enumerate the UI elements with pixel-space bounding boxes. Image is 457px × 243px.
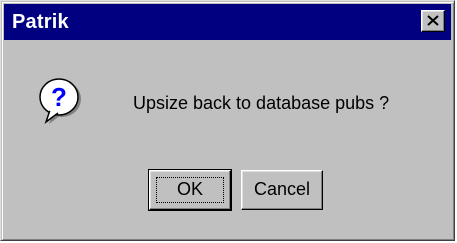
close-button[interactable] — [421, 10, 445, 32]
question-icon: ? — [39, 78, 81, 125]
ok-button-label: OK — [176, 179, 203, 199]
ok-button[interactable]: OK — [148, 169, 232, 211]
title-bar[interactable]: Patrik — [4, 4, 451, 40]
close-icon — [427, 15, 439, 26]
svg-text:?: ? — [51, 82, 67, 112]
dialog-message: Upsize back to database pubs ? — [133, 93, 390, 113]
cancel-button-label: Cancel — [253, 179, 311, 199]
window-title: Patrik — [12, 11, 69, 33]
message-dialog: Patrik ? Upsize back to database pubs ? … — [0, 0, 455, 241]
cancel-button[interactable]: Cancel — [241, 170, 323, 210]
